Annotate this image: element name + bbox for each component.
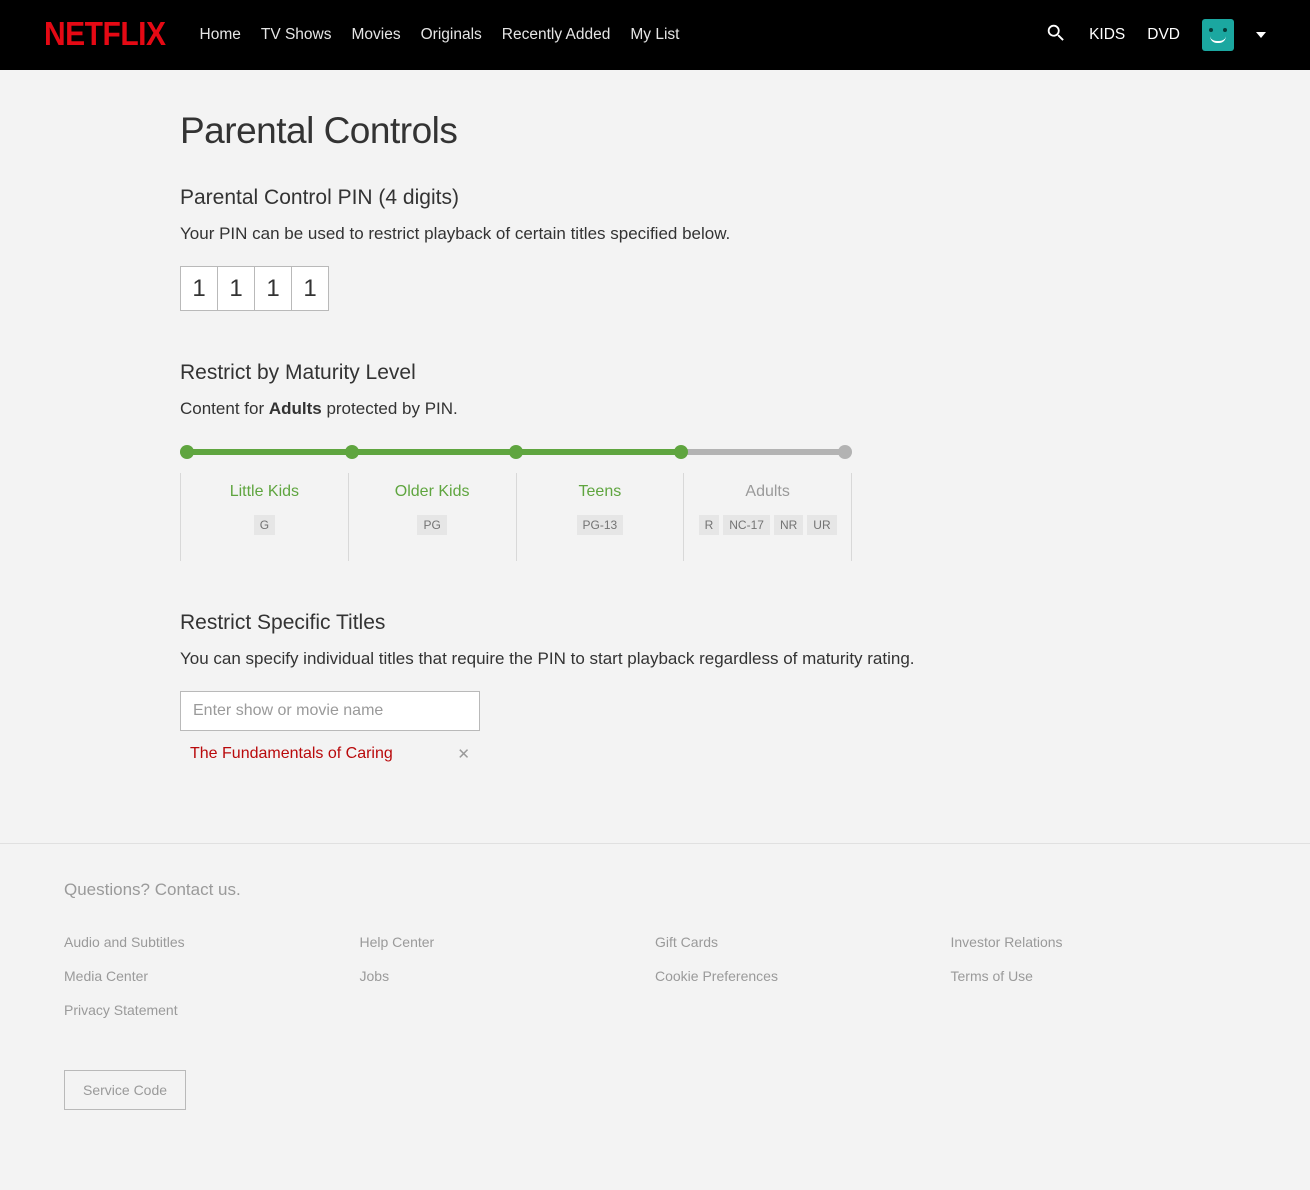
dvd-link[interactable]: DVD — [1147, 26, 1180, 44]
ratings-row: PG — [349, 515, 516, 535]
maturity-levels: Little Kids G Older Kids PG Teens PG-13 Adults… — [180, 473, 852, 561]
slider-dot-3[interactable] — [674, 445, 688, 459]
main-content: Parental Controls Parental Control PIN (… — [180, 70, 1130, 843]
rating-badge: UR — [807, 515, 836, 535]
pin-input-row: 1 1 1 1 — [180, 266, 1130, 311]
title-search-input[interactable] — [180, 691, 480, 731]
slider-dot-0[interactable] — [180, 445, 194, 459]
maturity-level-label: Teens — [517, 483, 684, 501]
footer-link[interactable]: Investor Relations — [951, 934, 1247, 950]
nav-movies[interactable]: Movies — [352, 26, 401, 44]
maturity-level-label: Adults — [684, 483, 851, 501]
maturity-desc-post: protected by PIN. — [322, 399, 458, 418]
footer-link[interactable]: Media Center — [64, 968, 360, 984]
restricted-titles-list: The Fundamentals of Caring ✕ — [180, 731, 1130, 763]
maturity-level-label: Older Kids — [349, 483, 516, 501]
slider-dots — [180, 445, 852, 459]
kids-link[interactable]: KIDS — [1089, 26, 1125, 44]
footer: Questions? Contact us. Audio and Subtitl… — [0, 843, 1310, 1190]
profile-caret-icon[interactable] — [1256, 32, 1266, 38]
pin-digit-2[interactable]: 1 — [217, 266, 255, 311]
slider-dot-2[interactable] — [509, 445, 523, 459]
maturity-section-title: Restrict by Maturity Level — [180, 361, 1130, 385]
pin-digit-1[interactable]: 1 — [180, 266, 218, 311]
footer-contact[interactable]: Questions? Contact us. — [64, 880, 1246, 900]
slider-dot-1[interactable] — [345, 445, 359, 459]
maturity-level-label: Little Kids — [181, 483, 348, 501]
nav-recently-added[interactable]: Recently Added — [502, 26, 611, 44]
pin-section: Parental Control PIN (4 digits) Your PIN… — [180, 186, 1130, 311]
maturity-section: Restrict by Maturity Level Content for A… — [180, 361, 1130, 561]
titles-section-desc: You can specify individual titles that r… — [180, 649, 1130, 669]
service-code-button[interactable]: Service Code — [64, 1070, 186, 1110]
footer-link[interactable]: Help Center — [360, 934, 656, 950]
pin-section-title: Parental Control PIN (4 digits) — [180, 186, 1130, 210]
maturity-section-desc: Content for Adults protected by PIN. — [180, 399, 1130, 419]
maturity-level-2[interactable]: Teens PG-13 — [516, 473, 685, 561]
footer-link[interactable]: Cookie Preferences — [655, 968, 951, 984]
primary-nav: Home TV Shows Movies Originals Recently … — [200, 26, 680, 44]
maturity-level-0[interactable]: Little Kids G — [180, 473, 349, 561]
footer-link[interactable]: Gift Cards — [655, 934, 951, 950]
footer-links: Audio and SubtitlesHelp CenterGift Cards… — [64, 934, 1246, 1018]
footer-link[interactable]: Terms of Use — [951, 968, 1247, 984]
search-icon[interactable] — [1045, 22, 1067, 49]
remove-title-icon[interactable]: ✕ — [457, 745, 470, 763]
slider-dot-4[interactable] — [838, 445, 852, 459]
rating-badge: R — [699, 515, 720, 535]
nav-originals[interactable]: Originals — [421, 26, 482, 44]
page-title: Parental Controls — [180, 110, 1130, 152]
restricted-title-name: The Fundamentals of Caring — [190, 745, 393, 763]
maturity-desc-bold: Adults — [269, 399, 322, 418]
ratings-row: PG-13 — [517, 515, 684, 535]
netflix-logo[interactable]: NETFLIX — [44, 16, 166, 53]
footer-link[interactable]: Jobs — [360, 968, 656, 984]
rating-badge: NR — [774, 515, 803, 535]
rating-badge: PG — [417, 515, 446, 535]
rating-badge: NC-17 — [723, 515, 770, 535]
profile-avatar[interactable] — [1202, 19, 1234, 51]
nav-home[interactable]: Home — [200, 26, 241, 44]
nav-my-list[interactable]: My List — [630, 26, 679, 44]
titles-section-title: Restrict Specific Titles — [180, 611, 1130, 635]
titles-section: Restrict Specific Titles You can specify… — [180, 611, 1130, 763]
header-right: KIDS DVD — [1045, 19, 1266, 51]
footer-link[interactable]: Privacy Statement — [64, 1002, 360, 1018]
maturity-slider[interactable]: Little Kids G Older Kids PG Teens PG-13 Adults… — [180, 449, 852, 561]
pin-section-desc: Your PIN can be used to restrict playbac… — [180, 224, 1130, 244]
pin-digit-3[interactable]: 1 — [254, 266, 292, 311]
restricted-title-row: The Fundamentals of Caring ✕ — [180, 731, 480, 763]
pin-digit-4[interactable]: 1 — [291, 266, 329, 311]
footer-link[interactable]: Audio and Subtitles — [64, 934, 360, 950]
maturity-level-1[interactable]: Older Kids PG — [348, 473, 517, 561]
maturity-desc-pre: Content for — [180, 399, 269, 418]
maturity-level-3[interactable]: Adults RNC-17NRUR — [683, 473, 852, 561]
ratings-row: RNC-17NRUR — [684, 515, 851, 535]
rating-badge: G — [254, 515, 275, 535]
nav-tv-shows[interactable]: TV Shows — [261, 26, 332, 44]
ratings-row: G — [181, 515, 348, 535]
header: NETFLIX Home TV Shows Movies Originals R… — [0, 0, 1310, 70]
rating-badge: PG-13 — [577, 515, 624, 535]
